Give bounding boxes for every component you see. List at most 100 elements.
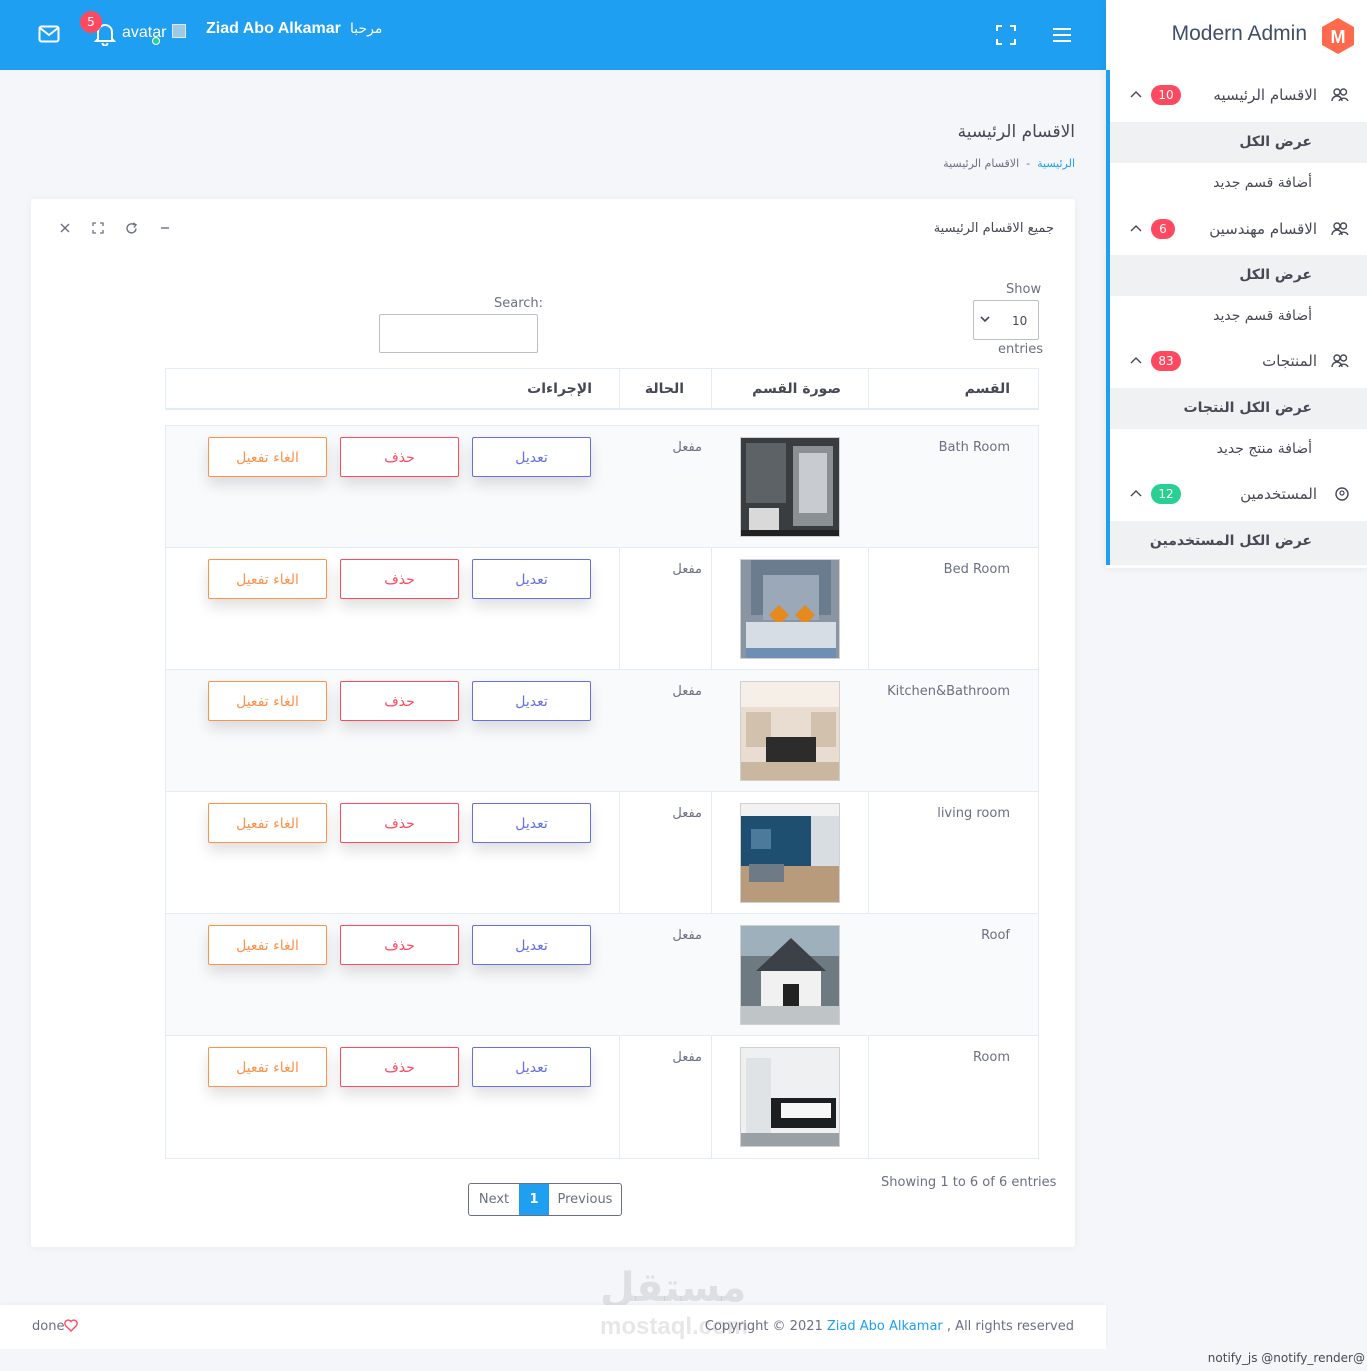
deactivate-button[interactable]: الغاء تفعيل xyxy=(208,1047,327,1087)
search-label: Search: xyxy=(494,296,544,311)
deactivate-button[interactable]: الغاء تفعيل xyxy=(208,559,327,599)
category-name: living room xyxy=(937,806,1010,821)
deactivate-button[interactable]: الغاء تفعيل xyxy=(208,437,327,477)
people-icon xyxy=(1331,354,1349,368)
sidebar-count-badge: 10 xyxy=(1151,85,1181,105)
breadcrumb-separator: - xyxy=(1026,157,1031,170)
deactivate-button[interactable]: الغاء تفعيل xyxy=(208,681,327,721)
breadcrumb-current: الاقسام الرئيسية xyxy=(943,157,1020,170)
brand[interactable]: Modern Admin M xyxy=(1106,0,1367,70)
deactivate-button[interactable]: الغاء تفعيل xyxy=(208,925,327,965)
edit-button[interactable]: تعديل xyxy=(472,925,591,965)
table-row: Bed Room مفعل تعديل حذف الغاء تفعيل xyxy=(166,548,1038,670)
entries-per-page-select[interactable]: 10 xyxy=(973,300,1039,340)
reload-icon[interactable] xyxy=(125,222,138,235)
status-badge: مفعل xyxy=(672,562,702,577)
sidebar-section-title: الاقسام الرئيسيه xyxy=(1213,86,1317,104)
category-image xyxy=(740,925,840,1025)
category-image xyxy=(740,437,840,537)
table-row: Bath Room مفعل تعديل حذف الغاء تفعيل xyxy=(166,426,1038,548)
pagination-page-1[interactable]: 1 xyxy=(519,1184,549,1215)
sidebar-section-main-categories[interactable]: الاقسام الرئيسيه 10 xyxy=(1106,70,1367,122)
sidebar-item-all-main-categories[interactable]: عرض الكل xyxy=(1106,122,1367,163)
user-name[interactable]: Ziad Abo Alkamar xyxy=(206,20,341,38)
table-row: Roof مفعل تعديل حذف الغاء تفعيل xyxy=(166,914,1038,1036)
entries-label: entries xyxy=(998,342,1044,357)
status-badge: مفعل xyxy=(672,684,702,699)
sidebar-section-products[interactable]: المنتجات 83 xyxy=(1106,336,1367,388)
edit-button[interactable]: تعديل xyxy=(472,1047,591,1087)
deactivate-button[interactable]: الغاء تفعيل xyxy=(208,803,327,843)
delete-button[interactable]: حذف xyxy=(340,925,459,965)
brand-name: Modern Admin xyxy=(1171,22,1307,45)
people-icon xyxy=(1331,222,1349,236)
minimize-icon[interactable] xyxy=(159,222,171,234)
table-header: القسم صورة القسم الحالة الإجراءات xyxy=(165,368,1039,410)
category-name: Bath Room xyxy=(938,440,1010,455)
edit-button[interactable]: تعديل xyxy=(472,559,591,599)
sidebar-item-all-products[interactable]: عرض الكل النتجات xyxy=(1106,388,1367,429)
category-name: Kitchen&Bathroom xyxy=(887,684,1010,699)
close-icon[interactable] xyxy=(59,222,71,234)
sidebar-item-all-users[interactable]: عرض الكل المستخدمين xyxy=(1106,521,1367,565)
broken-image-icon xyxy=(172,24,186,38)
categories-table: Bath Room مفعل تعديل حذف الغاء تفعيل Bed… xyxy=(165,425,1039,1159)
status-badge: مفعل xyxy=(672,928,702,943)
status-badge: مفعل xyxy=(672,806,702,821)
column-header-status[interactable]: الحالة xyxy=(645,369,684,409)
footer-done-text: done xyxy=(32,1319,65,1334)
sidebar-item-add-engineer-category[interactable]: أضافة قسم جديد xyxy=(1106,296,1367,337)
sidebar-section-users[interactable]: المستخدمين 12 xyxy=(1106,469,1367,521)
chevron-up-icon[interactable] xyxy=(1130,489,1142,497)
sidebar-item-all-engineer-categories[interactable]: عرض الكل xyxy=(1106,255,1367,296)
breadcrumb: الرئيسية - الاقسام الرئيسية xyxy=(943,157,1075,170)
category-image xyxy=(740,559,840,659)
delete-button[interactable]: حذف xyxy=(340,559,459,599)
copyright-owner-link[interactable]: Ziad Abo Alkamar xyxy=(827,1319,943,1334)
pagination-next[interactable]: Next xyxy=(469,1184,519,1215)
sidebar-item-add-category[interactable]: أضافة قسم جديد xyxy=(1106,163,1367,204)
hamburger-menu-icon[interactable] xyxy=(1052,26,1072,44)
chevron-up-icon[interactable] xyxy=(1130,90,1142,98)
online-status-dot xyxy=(152,37,160,45)
sidebar-count-badge: 12 xyxy=(1151,484,1181,504)
table-info: Showing 1 to 6 of 6 entries xyxy=(881,1175,1057,1190)
category-name: Room xyxy=(972,1050,1010,1065)
column-header-name[interactable]: القسم xyxy=(965,369,1010,409)
sidebar-section-engineer-categories[interactable]: الاقسام مهندسين 6 xyxy=(1106,204,1367,256)
search-input[interactable] xyxy=(379,314,538,353)
svg-text:M: M xyxy=(1331,27,1346,47)
show-label: Show xyxy=(1006,282,1042,297)
expand-icon[interactable] xyxy=(92,222,104,234)
sidebar-section-title: المستخدمين xyxy=(1240,485,1317,503)
delete-button[interactable]: حذف xyxy=(340,437,459,477)
edit-button[interactable]: تعديل xyxy=(472,681,591,721)
sidebar-section-title: المنتجات xyxy=(1262,352,1317,370)
heart-icon xyxy=(64,1319,78,1332)
chevron-down-icon xyxy=(979,314,991,324)
sidebar-count-badge: 6 xyxy=(1151,219,1175,239)
user-greeting: مرحبا xyxy=(350,21,383,37)
column-header-image[interactable]: صورة القسم xyxy=(752,369,841,409)
chevron-up-icon[interactable] xyxy=(1130,224,1142,232)
delete-button[interactable]: حذف xyxy=(340,1047,459,1087)
edit-button[interactable]: تعديل xyxy=(472,437,591,477)
status-badge: مفعل xyxy=(672,1050,702,1065)
edit-button[interactable]: تعديل xyxy=(472,803,591,843)
delete-button[interactable]: حذف xyxy=(340,681,459,721)
sidebar-count-badge: 83 xyxy=(1151,351,1181,371)
column-header-actions: الإجراءات xyxy=(527,381,592,397)
page-title: الاقسام الرئيسية xyxy=(957,122,1075,142)
notify-credit: notify_js @notify_render@ xyxy=(1207,1351,1365,1365)
sidebar-item-add-product[interactable]: أضافة منتج جديد xyxy=(1106,429,1367,470)
chevron-up-icon[interactable] xyxy=(1130,356,1142,364)
mail-icon[interactable] xyxy=(38,25,60,43)
fullscreen-icon[interactable] xyxy=(996,25,1016,45)
breadcrumb-home-link[interactable]: الرئيسية xyxy=(1037,157,1075,170)
pagination: Next 1 Previous xyxy=(468,1183,622,1216)
pagination-previous[interactable]: Previous xyxy=(549,1184,621,1215)
top-navbar: 5 avatar Ziad Abo Alkamar مرحبا xyxy=(0,0,1106,70)
notification-count-badge: 5 xyxy=(80,11,102,33)
delete-button[interactable]: حذف xyxy=(340,803,459,843)
entries-value: 10 xyxy=(1012,314,1028,328)
